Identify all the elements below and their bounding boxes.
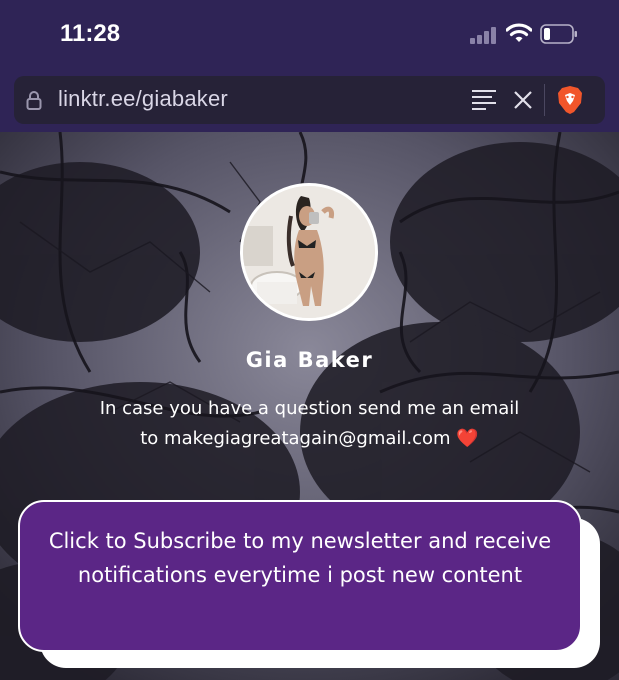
- status-bar: 11:28: [0, 0, 619, 70]
- heart-emoji-icon: ❤️: [456, 428, 479, 449]
- bio-line-2: to makegiagreatagain@gmail.com ❤️: [40, 424, 579, 454]
- avatar: [240, 183, 378, 321]
- bio-line-1: In case you have a question send me an e…: [99, 398, 520, 419]
- reader-mode-icon[interactable]: [470, 88, 498, 112]
- toolbar-divider: [544, 84, 545, 116]
- lock-icon: [26, 91, 42, 110]
- profile-name: Gia Baker: [245, 348, 374, 372]
- status-time: 11:28: [60, 20, 121, 47]
- brave-shield-icon[interactable]: [556, 85, 584, 115]
- subscribe-newsletter-button[interactable]: Click to Subscribe to my newsletter and …: [18, 500, 582, 652]
- bio-email: to makegiagreatagain@gmail.com: [140, 428, 451, 449]
- profile-photo: [243, 186, 375, 318]
- battery-icon: [540, 24, 577, 44]
- close-icon[interactable]: [512, 89, 534, 111]
- url-text[interactable]: linktr.ee/giabaker: [58, 86, 228, 112]
- linktree-page[interactable]: Gia Baker In case you have a question se…: [0, 132, 619, 680]
- signal-icon: [470, 26, 498, 44]
- profile-bio: In case you have a question send me an e…: [40, 394, 579, 454]
- address-bar[interactable]: linktr.ee/giabaker: [14, 76, 605, 124]
- wifi-icon: [506, 23, 532, 42]
